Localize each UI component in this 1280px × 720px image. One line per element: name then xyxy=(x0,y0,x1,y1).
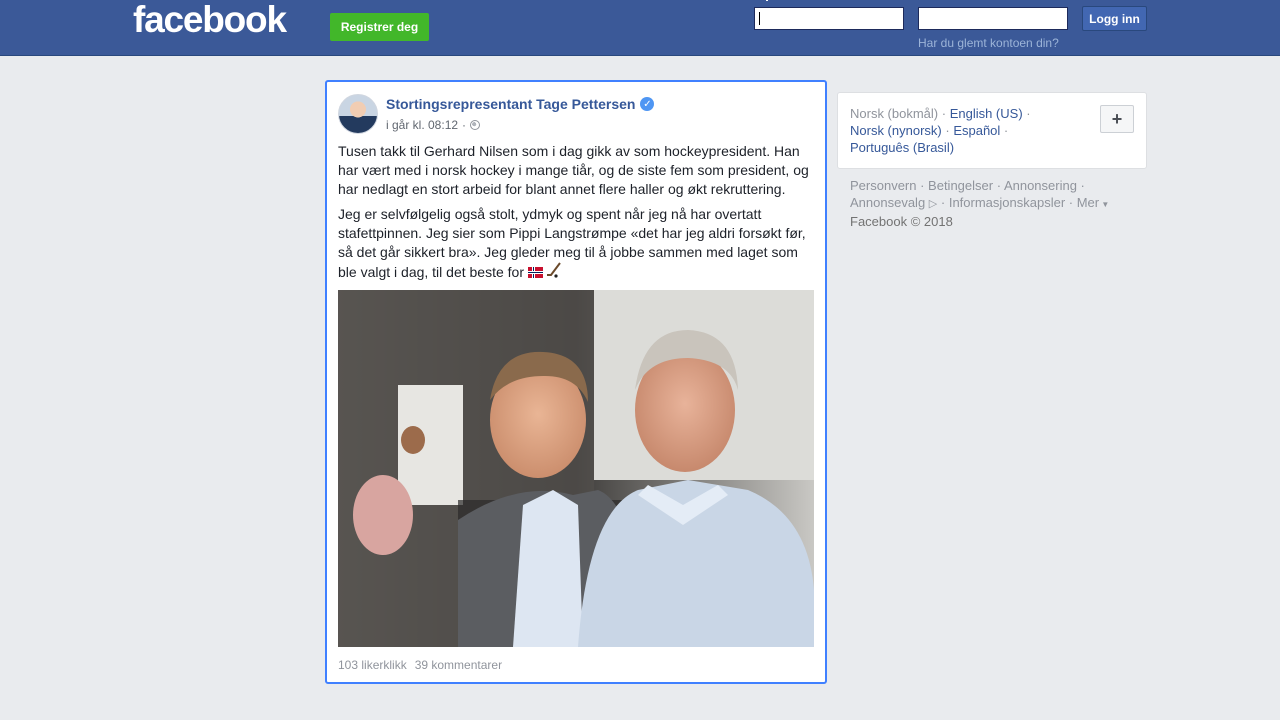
language-link-portugues[interactable]: Português (Brasil) xyxy=(850,140,954,155)
top-bar: facebook Registrer deg Logg inn Har du g… xyxy=(0,0,1280,56)
login-button[interactable]: Logg inn xyxy=(1082,6,1147,31)
email-input[interactable] xyxy=(754,7,904,30)
forgot-account-link[interactable]: Har du glemt kontoen din? xyxy=(918,36,1059,50)
adchoices-icon: ▷ xyxy=(928,198,938,210)
register-button[interactable]: Registrer deg xyxy=(330,13,429,41)
meta-separator: · xyxy=(462,118,467,132)
footer-link-adchoices[interactable]: Annonsevalg xyxy=(850,195,925,210)
post-author: Stortingsrepresentant Tage Pettersen ✓ xyxy=(386,96,655,112)
footer-link-cookies[interactable]: Informasjonskapsler xyxy=(949,195,1065,210)
password-input[interactable] xyxy=(918,7,1068,30)
footer-link-advertising[interactable]: Annonsering xyxy=(1004,178,1077,193)
language-list: Norsk (bokmål) · English (US) · Norsk (n… xyxy=(850,106,1031,155)
footer-link-privacy[interactable]: Personvern xyxy=(850,178,916,193)
hockey-stick-icon xyxy=(546,262,561,278)
footer-link-terms[interactable]: Betingelser xyxy=(928,178,993,193)
post-paragraph-2: Jeg er selvfølgelig også stolt, ydmyk og… xyxy=(338,205,816,282)
post-photo[interactable] xyxy=(338,290,814,647)
author-name-link[interactable]: Stortingsrepresentant Tage Pettersen xyxy=(386,96,635,112)
post-card: Stortingsrepresentant Tage Pettersen ✓ i… xyxy=(325,80,827,684)
footer-link-more[interactable]: Mer xyxy=(1077,195,1099,210)
current-language: Norsk (bokmål) xyxy=(850,106,939,121)
more-languages-button[interactable]: + xyxy=(1100,105,1134,133)
copyright: Facebook © 2018 xyxy=(850,214,953,229)
language-link-espanol[interactable]: Español xyxy=(953,123,1000,138)
language-link-english[interactable]: English (US) xyxy=(950,106,1023,121)
post-timestamp[interactable]: i går kl. 08:12 xyxy=(386,118,458,132)
norway-flag-icon xyxy=(527,267,543,278)
text-cursor xyxy=(759,12,760,25)
facebook-logo[interactable]: facebook xyxy=(133,0,287,40)
author-avatar[interactable] xyxy=(338,94,378,134)
comments-count[interactable]: 39 kommentarer xyxy=(415,658,502,672)
likes-count[interactable]: 103 likerklikk xyxy=(338,658,407,672)
footer-links: Personvern · Betingelser · Annonsering ·… xyxy=(850,178,1110,229)
post-paragraph-2-text: Jeg er selvfølgelig også stolt, ydmyk og… xyxy=(338,206,806,280)
verified-badge-icon: ✓ xyxy=(640,97,655,111)
post-meta: i går kl. 08:12 · xyxy=(386,118,481,132)
post-stats: 103 likerklikk 39 kommentarer xyxy=(338,658,502,672)
language-link-nynorsk[interactable]: Norsk (nynorsk) xyxy=(850,123,942,138)
language-selector: Norsk (bokmål) · English (US) · Norsk (n… xyxy=(837,92,1147,169)
globe-icon[interactable] xyxy=(470,120,481,130)
field-label-fragment xyxy=(766,0,768,1)
post-paragraph-1: Tusen takk til Gerhard Nilsen som i dag … xyxy=(338,143,809,197)
photo-image xyxy=(338,290,814,647)
chevron-down-icon: ▼ xyxy=(1099,200,1110,209)
